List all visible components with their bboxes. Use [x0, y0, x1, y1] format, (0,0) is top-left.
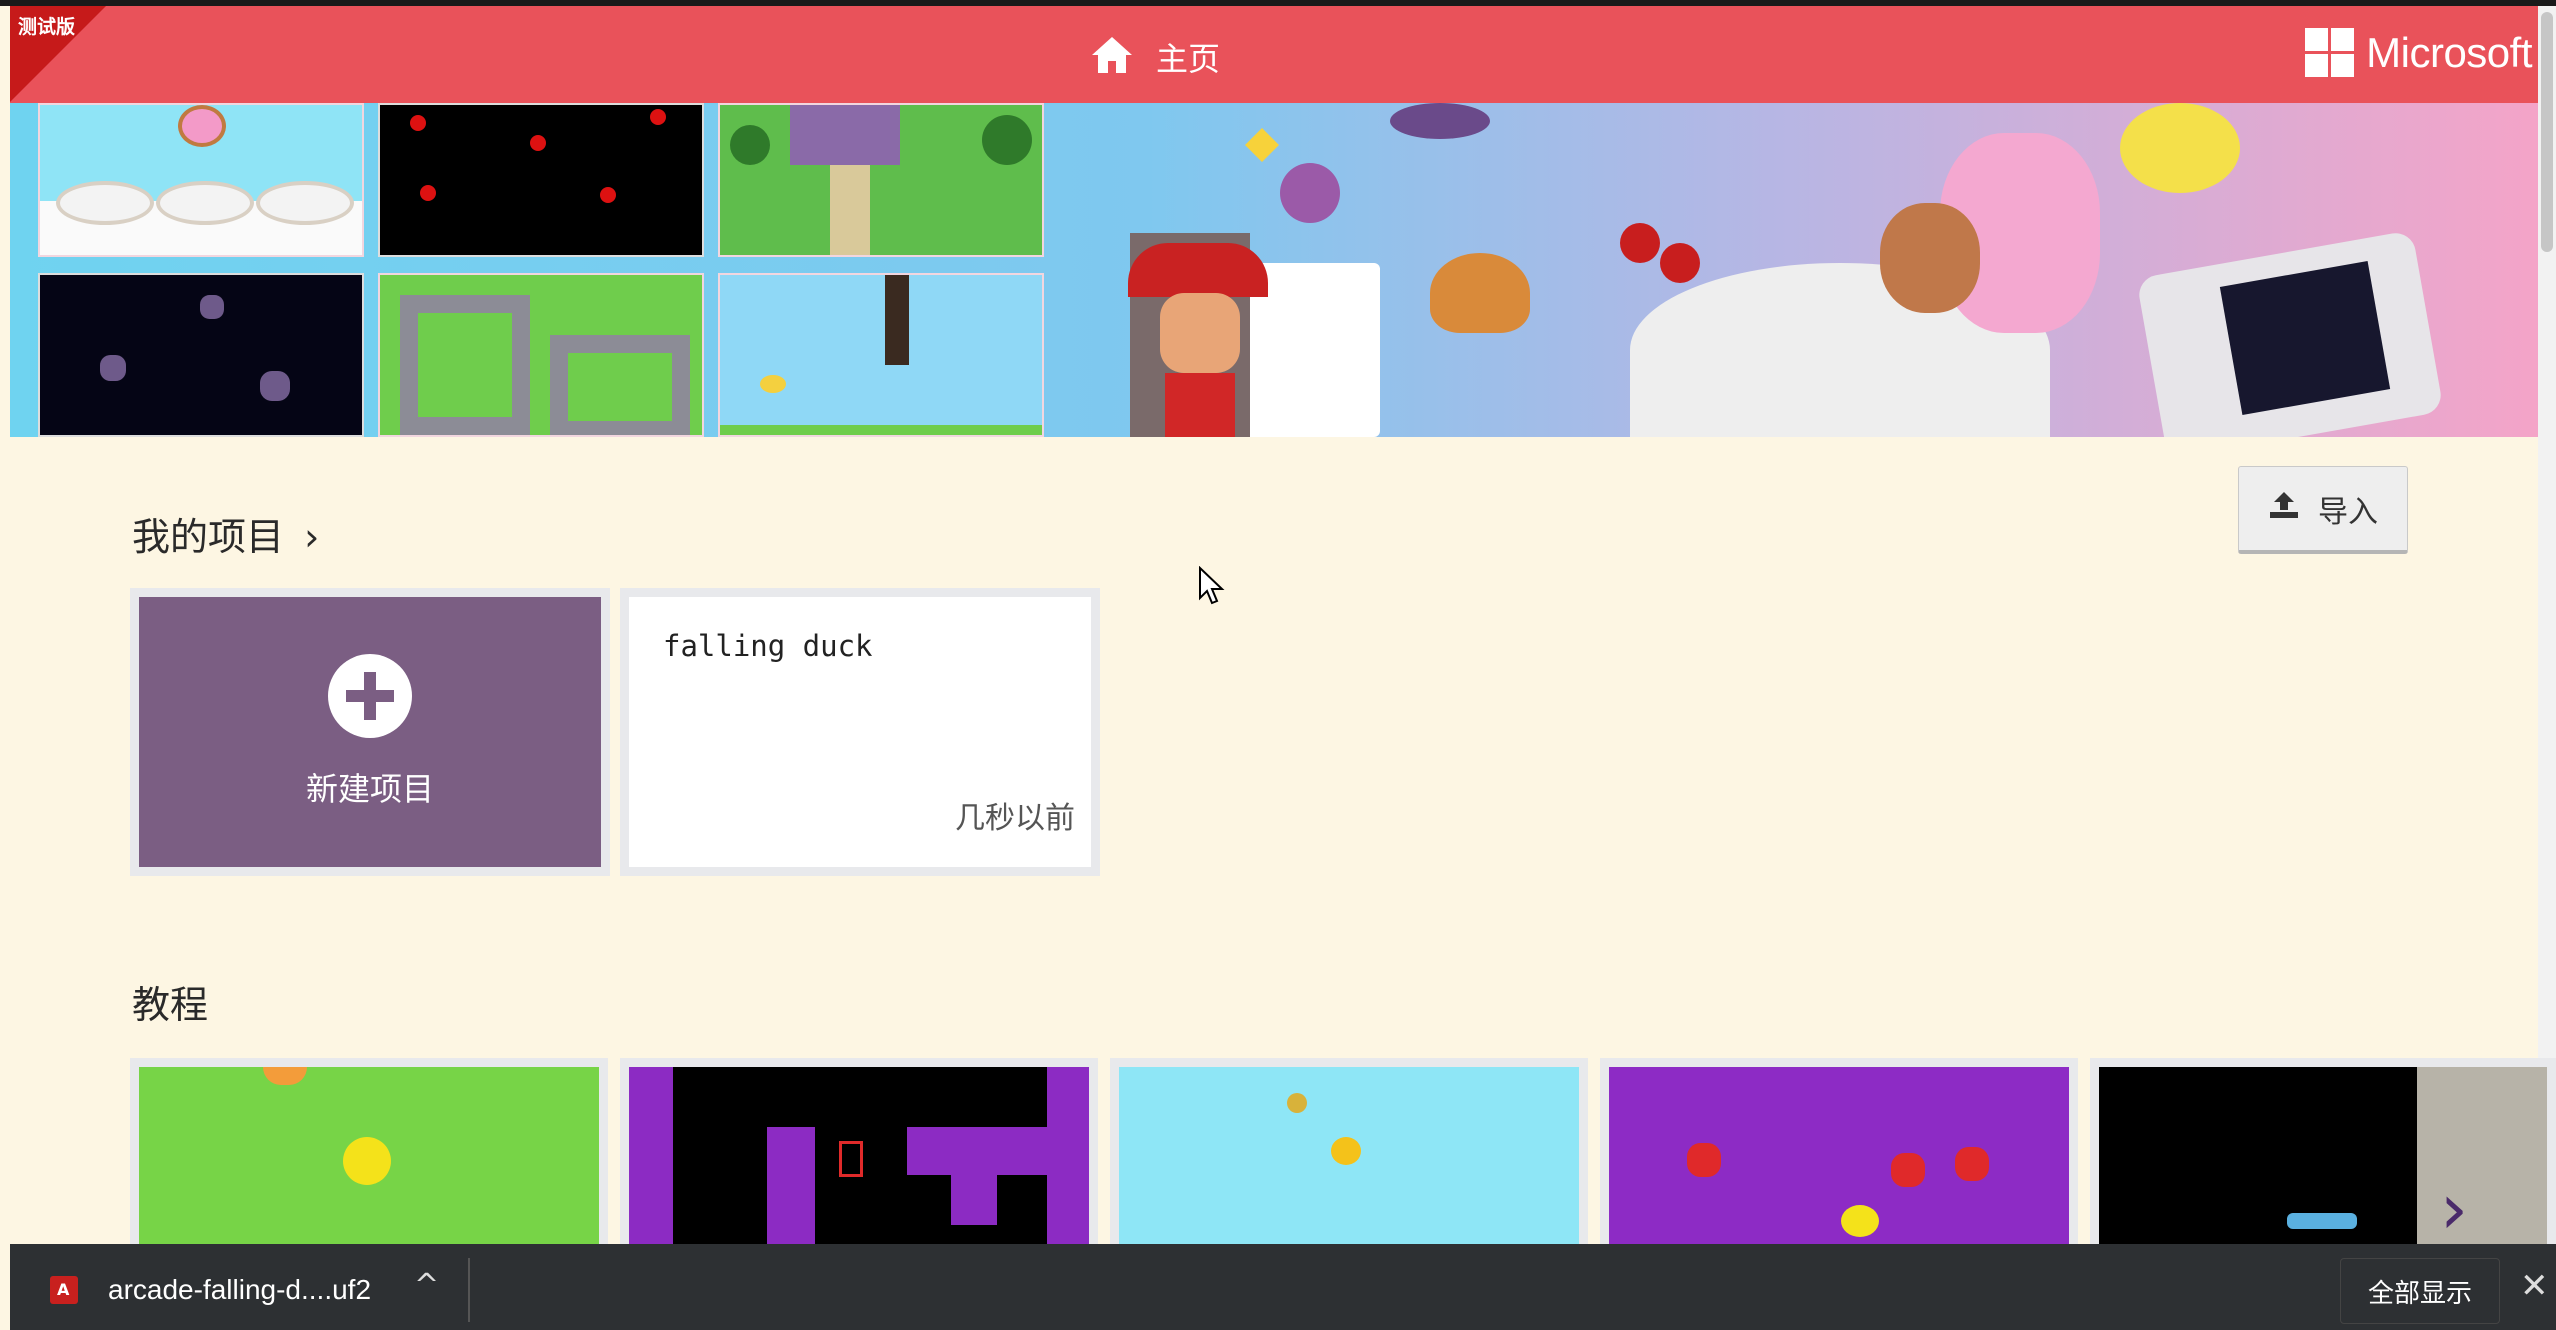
- tutorial-thumbnail: [139, 1067, 599, 1248]
- game-thumbnail[interactable]: [38, 103, 364, 257]
- home-label: 主页: [1156, 40, 1221, 78]
- game-thumbnail[interactable]: [718, 273, 1044, 437]
- new-project-label: 新建项目: [305, 770, 434, 808]
- game-thumbnail[interactable]: [378, 103, 704, 257]
- scrollbar-thumb[interactable]: [2541, 12, 2553, 252]
- divider: [468, 1258, 470, 1322]
- microsoft-brand-text: Microsoft: [2366, 28, 2532, 76]
- tutorial-thumbnail: [629, 1067, 1089, 1248]
- plus-circle-icon: [328, 654, 412, 738]
- import-button[interactable]: 导入: [2238, 466, 2408, 554]
- cherry-art: [1620, 223, 1660, 263]
- show-all-button[interactable]: 全部显示: [2340, 1258, 2500, 1324]
- project-name: falling duck: [663, 629, 873, 663]
- tutorial-thumbnail: [1119, 1067, 1579, 1248]
- beta-label: 测试版: [18, 16, 76, 38]
- tutorial-card[interactable]: [130, 1058, 608, 1248]
- home-icon: [1090, 35, 1134, 79]
- microsoft-squares-icon: [2305, 28, 2355, 77]
- tutorial-thumbnail: [1609, 1067, 2069, 1248]
- tutorial-card[interactable]: [1600, 1058, 2078, 1248]
- cherry-art: [1660, 243, 1700, 283]
- chevron-right-icon: ›: [304, 515, 320, 559]
- new-project-card[interactable]: 新建项目: [130, 588, 610, 876]
- burger-art: [1430, 253, 1530, 333]
- tutorial-card[interactable]: [620, 1058, 1098, 1248]
- close-icon[interactable]: ✕: [2520, 1266, 2549, 1306]
- project-time: 几秒以前: [955, 801, 1075, 836]
- tutorial-thumbnail: [2099, 1067, 2547, 1248]
- tutorials-heading: 教程: [132, 983, 209, 1027]
- tutorial-card[interactable]: [1110, 1058, 1588, 1248]
- face-art: [1160, 293, 1240, 373]
- mouse-cursor-icon: [1198, 565, 1226, 610]
- project-card[interactable]: falling duck 几秒以前: [620, 588, 1100, 876]
- my-projects-heading[interactable]: 我的项目 ›: [132, 506, 319, 561]
- download-bar: A arcade-falling-d....uf2 ^ 全部显示 ✕: [10, 1244, 2556, 1330]
- file-icon: A: [50, 1276, 78, 1304]
- console-screen-art: [2219, 260, 2391, 416]
- import-label: 导入: [2318, 494, 2378, 530]
- microsoft-logo[interactable]: Microsoft: [2305, 28, 2532, 77]
- asteroid-art: [1390, 103, 1490, 139]
- tutorial-card[interactable]: [2090, 1058, 2556, 1248]
- red-hat-art: [1128, 243, 1268, 297]
- shirt-art: [1165, 373, 1235, 437]
- game-thumbnail[interactable]: [38, 273, 364, 437]
- hero-banner: [10, 103, 2538, 437]
- new-project-tile[interactable]: 新建项目: [139, 597, 601, 867]
- project-tile[interactable]: falling duck 几秒以前: [629, 597, 1091, 867]
- chevron-up-icon[interactable]: ^: [414, 1268, 439, 1303]
- chevron-right-icon[interactable]: ›: [2440, 1168, 2468, 1250]
- planet-art: [1280, 163, 1340, 223]
- girl-face-art: [1880, 203, 1980, 313]
- download-file-name[interactable]: arcade-falling-d....uf2: [108, 1274, 371, 1306]
- game-thumbnail[interactable]: [718, 103, 1044, 257]
- my-projects-title: 我的项目: [132, 515, 285, 559]
- duck-art: [2120, 103, 2240, 193]
- game-thumbnail[interactable]: [378, 273, 704, 437]
- upload-icon: [2268, 490, 2300, 528]
- top-header: 测试版 主页 Microsoft: [10, 6, 2538, 103]
- home-link[interactable]: 主页: [1090, 34, 1220, 80]
- star-decoration: [1245, 128, 1279, 162]
